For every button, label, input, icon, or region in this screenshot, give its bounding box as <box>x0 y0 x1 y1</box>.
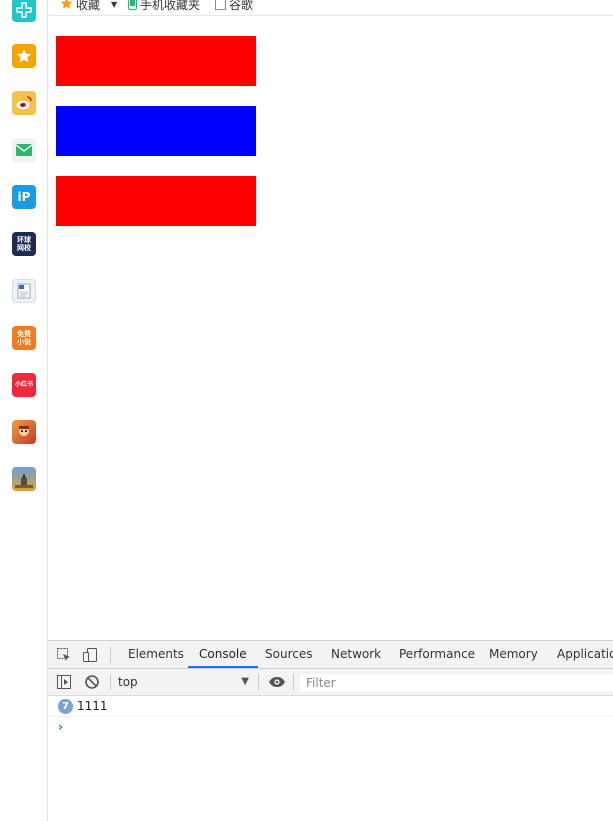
bookmark-favorites[interactable]: 收藏 ▼ <box>60 0 117 13</box>
context-selector[interactable]: top ▼ <box>118 673 253 691</box>
mail-icon[interactable] <box>12 138 36 162</box>
tab-memory[interactable]: Memory <box>489 641 538 668</box>
prompt-chevron-icon: › <box>58 720 63 734</box>
bookmark-label: 谷歌 <box>229 0 254 12</box>
dropdown-arrow-icon: ▼ <box>241 676 249 687</box>
word-doc-icon[interactable] <box>12 279 36 303</box>
eye-icon[interactable] <box>268 674 285 690</box>
context-value: top <box>118 675 138 689</box>
toolbar-divider <box>110 674 111 690</box>
sidebar-toggle-icon[interactable] <box>56 674 72 690</box>
tab-application[interactable]: Application <box>557 641 613 668</box>
bookmark-google[interactable]: 谷歌 <box>215 0 253 13</box>
repeat-count-badge: 7 <box>58 698 73 714</box>
free-novel-icon[interactable]: 免费 小说 <box>12 326 36 350</box>
log-message: 1111 <box>77 699 108 713</box>
bookmark-label: 收藏 <box>76 0 101 12</box>
game-character-icon[interactable] <box>12 420 36 444</box>
console-log-entry: 7 1111 <box>48 696 613 717</box>
app-sidebar: iP 环球 网校 免费 小说 小红书 <box>0 0 48 821</box>
chevron-down-icon[interactable]: ▼ <box>111 0 117 9</box>
page-icon <box>215 0 226 13</box>
news-app-icon[interactable]: 环球 网校 <box>12 232 36 256</box>
devtools-panel: Elements Console Sources Network Perform… <box>48 640 613 821</box>
tab-sources[interactable]: Sources <box>265 641 312 668</box>
devtools-tab-bar: Elements Console Sources Network Perform… <box>48 641 613 669</box>
blue-box <box>56 106 256 156</box>
page-viewport <box>48 16 613 640</box>
inspect-element-icon[interactable] <box>56 647 72 663</box>
red-box-1 <box>56 36 256 86</box>
filter-input[interactable] <box>300 674 613 692</box>
bookmark-mobile-favorites[interactable]: 手机收藏夹 <box>128 0 200 13</box>
game-scene-icon[interactable] <box>12 467 36 491</box>
favorites-star-icon[interactable] <box>12 44 36 68</box>
browser-window: iP 环球 网校 免费 小说 小红书 收藏 ▼ 手机收藏夹 谷歌 Element… <box>0 0 613 821</box>
tab-performance[interactable]: Performance <box>399 641 475 668</box>
tab-network[interactable]: Network <box>331 641 381 668</box>
clear-console-icon[interactable] <box>84 674 100 690</box>
bookmark-label: 手机收藏夹 <box>140 0 201 12</box>
red-box-2 <box>56 176 256 226</box>
bookmarks-bar: 收藏 ▼ 手机收藏夹 谷歌 <box>48 0 613 16</box>
weibo-icon[interactable] <box>12 91 36 115</box>
phone-icon <box>128 0 137 13</box>
console-prompt[interactable]: › <box>48 717 613 737</box>
console-toolbar: top ▼ <box>48 669 613 696</box>
star-icon <box>60 0 73 13</box>
tab-console[interactable]: Console <box>188 641 258 668</box>
plus-app-icon[interactable] <box>12 0 36 22</box>
tab-elements[interactable]: Elements <box>128 641 184 668</box>
ip-app-icon[interactable]: iP <box>12 185 36 209</box>
toolbar-divider <box>293 674 294 690</box>
toolbar-divider <box>258 674 259 690</box>
device-toolbar-icon[interactable] <box>82 647 98 663</box>
toolbar-divider <box>110 647 111 663</box>
xiaohongshu-icon[interactable]: 小红书 <box>12 373 36 397</box>
